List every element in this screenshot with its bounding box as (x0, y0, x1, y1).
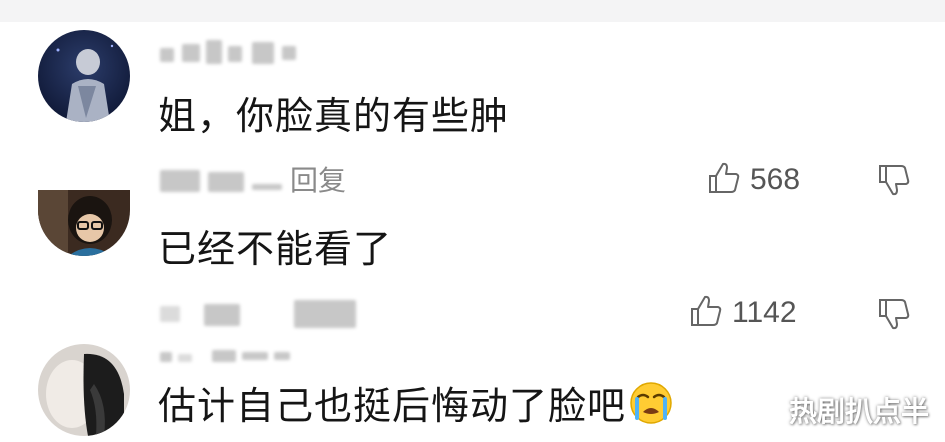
top-bar (0, 0, 945, 22)
dislike-button[interactable] (876, 162, 912, 202)
loudly-crying-face-icon (628, 380, 674, 437)
dislike-button[interactable] (876, 296, 912, 336)
avatar[interactable] (38, 190, 130, 256)
username-blurred[interactable] (160, 40, 310, 68)
like-button[interactable]: 1142 (688, 293, 797, 333)
thumbs-up-icon (706, 160, 742, 200)
reply-username-blurred[interactable] (160, 300, 360, 328)
username-blurred[interactable] (160, 344, 300, 372)
avatar[interactable] (38, 344, 130, 436)
watermark: 热剧扒点半 (788, 395, 929, 428)
like-button[interactable]: 568 (706, 160, 800, 200)
like-count: 1142 (732, 296, 797, 329)
reply-username-blurred[interactable] (160, 166, 288, 194)
like-count: 568 (750, 163, 801, 196)
comment-text: 估计自己也挺后悔动了脸吧 (158, 380, 674, 437)
thumbs-up-icon (688, 293, 724, 333)
thumbs-down-icon (876, 165, 912, 202)
reply-link[interactable]: 回复 (290, 164, 346, 198)
thumbs-down-icon (876, 299, 912, 336)
avatar[interactable] (38, 30, 130, 122)
comment-text: 姐，你脸真的有些肿 (158, 94, 510, 138)
comment-text-content: 估计自己也挺后悔动了脸吧 (158, 384, 627, 428)
comment-text: 已经不能看了 (158, 227, 393, 271)
